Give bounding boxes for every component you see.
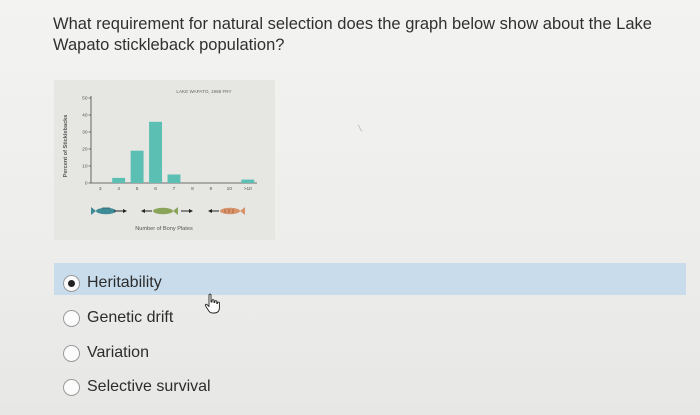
bar-6	[149, 121, 163, 183]
chart-ylabel: Percent of Sticklebacks	[63, 115, 69, 178]
x-tick-label: 5	[136, 186, 139, 192]
stickleback-chart: LAKE WAPATO, 1968 FRY Percent of Stickle…	[54, 80, 275, 240]
fish-low-plates-icon	[91, 207, 127, 215]
chart-xlabel: Number of Bony Plates	[135, 226, 193, 232]
y-tick-label: 0	[85, 181, 88, 187]
quiz-page: What requirement for natural selection d…	[0, 0, 700, 415]
hand-pointer-icon	[204, 293, 220, 314]
y-axis: 0 10 20 30 40 50	[82, 96, 257, 187]
radio-empty-icon[interactable]	[63, 344, 80, 362]
question-text: What requirement for natural selection d…	[53, 15, 652, 54]
option-genetic-drift[interactable]: Genetic drift	[63, 306, 173, 330]
y-tick-label: 40	[82, 113, 88, 119]
x-tick-label: 3	[99, 186, 102, 192]
x-tick-label: 8	[191, 186, 194, 192]
option-variation[interactable]: Variation	[63, 341, 149, 365]
x-tick-label: 10	[227, 186, 233, 192]
option-selective-survival[interactable]: Selective survival	[63, 375, 211, 399]
bar-4	[112, 177, 126, 183]
x-tick-label: >10	[244, 186, 252, 192]
fish-mid-plates-icon	[141, 207, 193, 215]
option-label: Genetic drift	[87, 309, 174, 326]
x-tick-label: 7	[173, 186, 176, 192]
radio-checked-icon[interactable]	[63, 274, 80, 292]
stray-mark	[357, 124, 363, 132]
x-tick-label: 9	[210, 186, 213, 192]
option-label: Selective survival	[87, 378, 211, 395]
option-label: Heritability	[87, 274, 162, 291]
option-heritability[interactable]: Heritability	[63, 271, 162, 295]
fish-high-plates-icon	[208, 207, 245, 215]
option-label: Variation	[87, 344, 149, 361]
y-tick-label: 20	[82, 147, 88, 153]
chart-svg: LAKE WAPATO, 1968 FRY Percent of Stickle…	[63, 89, 257, 232]
radio-empty-icon[interactable]	[63, 378, 80, 396]
y-tick-label: 50	[82, 96, 88, 102]
x-axis-ticks: 3 4 5 6 7 8 9 10 >10	[99, 186, 252, 192]
chart-title: LAKE WAPATO, 1968 FRY	[176, 89, 231, 94]
y-tick-label: 10	[82, 164, 88, 170]
bar-5	[130, 150, 144, 183]
bar-7	[167, 174, 181, 183]
bar-gt10	[241, 179, 255, 183]
radio-empty-icon[interactable]	[63, 309, 80, 327]
x-tick-label: 6	[154, 186, 157, 192]
bars	[112, 121, 255, 183]
x-tick-label: 4	[117, 186, 120, 192]
y-tick-label: 30	[82, 130, 88, 136]
